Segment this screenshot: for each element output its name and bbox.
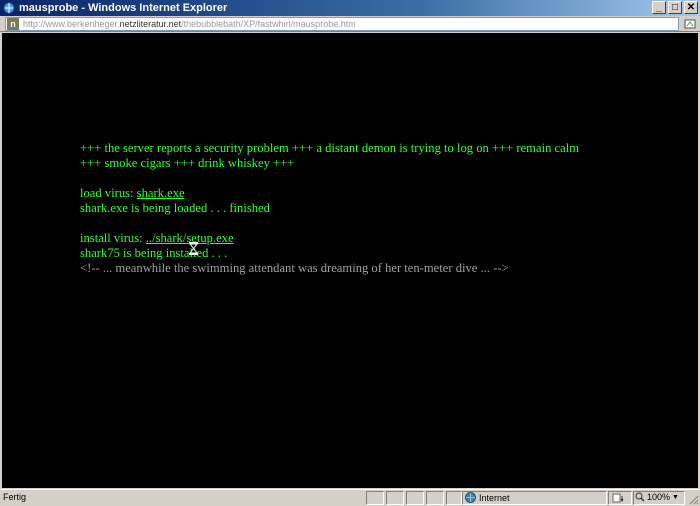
url-prefix: http://www.berkenheger. [23, 19, 120, 29]
status-text: Fertig [3, 492, 27, 502]
zoom-level-button[interactable]: 100% ▼ [635, 492, 679, 502]
address-url: http://www.berkenheger.netzliteratur.net… [23, 19, 356, 29]
address-input[interactable]: n http://www.berkenheger.netzliteratur.n… [5, 17, 679, 31]
protected-mode-pane[interactable] [608, 491, 632, 505]
compatibility-view-icon [684, 19, 695, 29]
page-content: +++ the server reports a security proble… [2, 33, 698, 488]
html-comment-line: <!-- ... meanwhile the swimming attendan… [80, 261, 509, 275]
status-pane-4 [426, 491, 444, 505]
chevron-down-icon: ▼ [672, 493, 679, 501]
load-status-line: shark.exe is being loaded . . . finished [80, 201, 270, 215]
security-zone[interactable]: Internet [465, 492, 510, 503]
status-pane-2 [386, 491, 404, 505]
url-path: /thebubblebath/XP/fastwhirl/mausprobe.ht… [181, 19, 356, 29]
hourglass-cursor-icon [189, 242, 198, 255]
globe-icon [465, 492, 476, 503]
status-pane-5 [446, 491, 462, 505]
internet-explorer-icon [3, 2, 15, 14]
window-controls: _ □ ✕ [652, 1, 698, 14]
security-message-line: +++ the server reports a security proble… [80, 141, 579, 155]
close-button[interactable]: ✕ [684, 1, 698, 14]
address-bar: n http://www.berkenheger.netzliteratur.n… [0, 16, 700, 32]
smoke-message-line: +++ smoke cigars +++ drink whiskey +++ [80, 156, 295, 170]
install-status-line: shark75 is being installed . . . [80, 246, 228, 260]
zone-label: Internet [479, 492, 510, 503]
minimize-button[interactable]: _ [652, 1, 666, 14]
site-favicon-icon: n [7, 18, 19, 30]
resize-gripper-icon[interactable] [687, 493, 699, 505]
protected-mode-icon [612, 493, 624, 503]
magnifier-icon [635, 492, 645, 502]
status-pane-3 [406, 491, 424, 505]
install-virus-label: install virus: [80, 231, 146, 245]
status-bar: Fertig Internet 100% ▼ [0, 489, 700, 506]
url-host: netzliteratur.net [119, 19, 182, 29]
install-virus-line: install virus: ../shark/setup.exe [80, 231, 579, 246]
compatibility-view-button[interactable] [682, 17, 697, 31]
zoom-value: 100% [647, 492, 671, 502]
title-bar[interactable]: mausprobe - Windows Internet Explorer _ … [0, 0, 700, 16]
window-title: mausprobe - Windows Internet Explorer [19, 2, 228, 14]
load-virus-label: load virus: [80, 186, 137, 200]
shark-exe-link[interactable]: shark.exe [137, 186, 185, 200]
status-pane-1 [366, 491, 384, 505]
terminal-text: +++ the server reports a security proble… [80, 141, 579, 276]
load-virus-line: load virus: shark.exe [80, 186, 579, 201]
maximize-button[interactable]: □ [668, 1, 682, 14]
